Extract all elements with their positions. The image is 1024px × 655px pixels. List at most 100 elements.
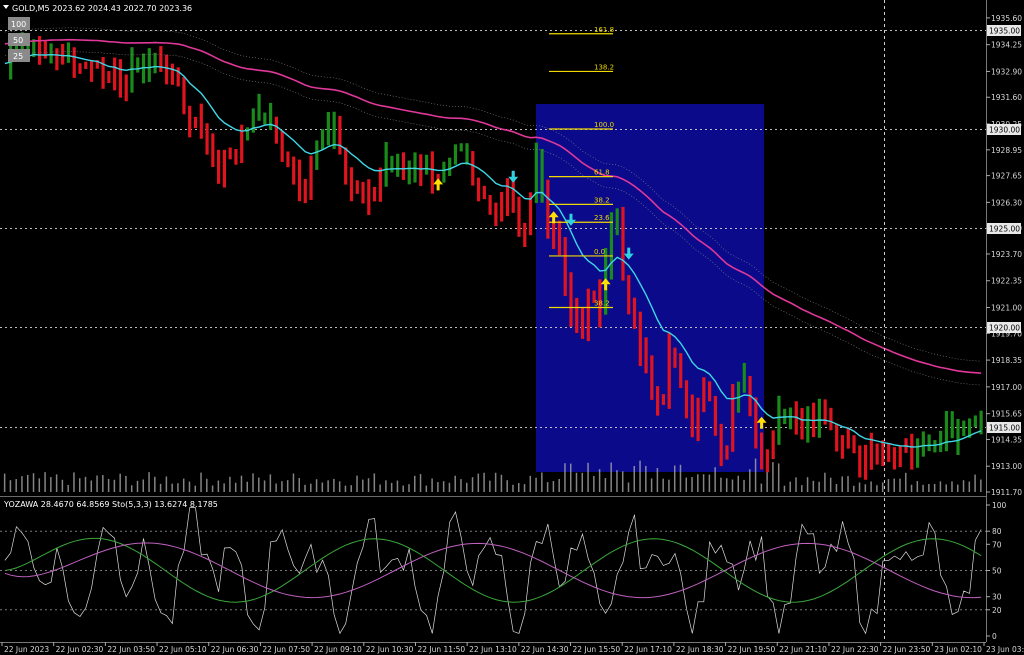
volume-bar <box>286 480 289 492</box>
price-bar <box>956 418 960 455</box>
price-bar <box>378 167 382 202</box>
volume-bar <box>841 476 843 492</box>
oscillator-tick-label: 70 <box>992 540 1002 549</box>
price-bar <box>540 149 544 203</box>
volume-bar <box>656 468 659 492</box>
price-bar <box>627 275 631 315</box>
fibonacci-level-label: 23.6 <box>594 214 610 222</box>
volume-bar <box>916 481 919 492</box>
volume-bar <box>15 479 17 492</box>
volume-bar <box>795 477 797 492</box>
price-bar <box>407 160 411 185</box>
volume-bar <box>177 483 179 492</box>
volume-bar <box>679 464 682 492</box>
volume-bar <box>974 474 976 492</box>
volume-bar <box>194 485 197 492</box>
volume-bar <box>633 465 636 492</box>
volume-bar <box>477 473 480 492</box>
volume-bar <box>252 473 254 492</box>
volume-bar <box>951 481 953 492</box>
volume-bar <box>512 484 514 492</box>
volume-bar <box>783 485 786 492</box>
price-bar <box>580 308 585 339</box>
price-bar <box>413 152 417 183</box>
price-bar <box>113 57 117 91</box>
fibonacci-level-label: 161.8 <box>594 26 614 34</box>
volume-bar <box>777 463 780 492</box>
volume-bar <box>414 475 416 492</box>
price-bar <box>338 115 342 155</box>
fibonacci-level-label: 0.0 <box>594 248 605 256</box>
volume-bar <box>957 484 959 492</box>
volume-bar <box>21 476 23 492</box>
volume-bar <box>442 481 445 492</box>
time-tick-label: 22 Jun 17:10 <box>624 645 672 654</box>
volume-bar <box>315 479 318 492</box>
volume-bar <box>402 485 404 492</box>
volume-bar <box>743 479 745 492</box>
price-tick-label: 1923.70 <box>991 250 1022 259</box>
level-label: 1930.00 <box>989 126 1020 135</box>
volume-bar <box>876 485 878 492</box>
volume-bar <box>529 475 532 492</box>
volume-bar <box>298 478 300 492</box>
volume-bar <box>668 479 670 492</box>
volume-bar <box>789 481 791 492</box>
level-buttons[interactable]: 100 50 25 <box>8 17 30 62</box>
price-bar <box>921 431 925 457</box>
fibonacci-level-label: 38.2 <box>594 196 610 204</box>
volume-bar <box>546 482 549 492</box>
price-bar <box>892 447 897 470</box>
price-bar <box>656 386 660 416</box>
volume-bar <box>939 481 942 492</box>
volume-bar <box>373 473 376 492</box>
price-tick-label: 1921.00 <box>991 304 1022 313</box>
volume-bar <box>148 472 150 492</box>
volume-bar <box>419 474 422 492</box>
volume-bar <box>454 475 456 492</box>
time-tick-label: 22 Jun 23:50 <box>883 645 931 654</box>
price-bar <box>257 93 261 121</box>
price-bar <box>546 179 550 239</box>
volume-bar <box>760 483 763 492</box>
price-bar <box>915 438 920 468</box>
price-bar <box>101 57 105 89</box>
time-tick-label: 22 Jun 07:50 <box>262 645 310 654</box>
price-bar <box>153 52 157 74</box>
price-bar <box>384 142 388 187</box>
volume-bar <box>3 473 6 492</box>
volume-bar <box>835 483 838 492</box>
price-bar <box>552 221 556 249</box>
volume-bar <box>650 478 653 492</box>
price-bar <box>754 397 758 449</box>
price-bar <box>205 123 209 155</box>
price-bar <box>632 297 637 329</box>
volume-bar <box>535 477 537 492</box>
price-tick-label: 1915.65 <box>991 410 1022 419</box>
price-bar <box>396 153 400 177</box>
time-tick-label: 22 Jun 14:30 <box>521 645 569 654</box>
oscillator-tick-label: 50 <box>992 567 1002 576</box>
price-bar <box>840 435 845 459</box>
volume-bar <box>165 476 168 492</box>
price-bar <box>49 43 53 64</box>
level-label: 1920.00 <box>989 324 1020 333</box>
time-tick-label: 22 Jun 09:10 <box>314 645 362 654</box>
subwindow-label: YOZAWA 28.4670 64.8569 Sto(5,3,3) 13.627… <box>3 500 218 509</box>
volume-bar <box>327 480 329 492</box>
price-chart[interactable]: 161.8 138.2 100.0 61.8 38.2 23.6 0.0 38.2 1935.… <box>0 0 1024 655</box>
price-bar <box>448 157 452 177</box>
volume-bar <box>333 478 335 492</box>
price-bar <box>742 362 746 393</box>
oscillator-tick-label: 100 <box>992 501 1007 510</box>
volume-bar <box>125 475 127 492</box>
price-bar <box>661 394 666 405</box>
volume-bar <box>437 482 439 492</box>
fibonacci-level-label: 100.0 <box>594 121 614 129</box>
volume-bar <box>38 478 41 492</box>
volume-bar <box>645 465 647 492</box>
fibonacci-level-label: 38.2 <box>594 300 610 308</box>
volume-bar <box>500 474 503 492</box>
price-bar <box>280 130 284 162</box>
volume-bar <box>310 483 312 492</box>
